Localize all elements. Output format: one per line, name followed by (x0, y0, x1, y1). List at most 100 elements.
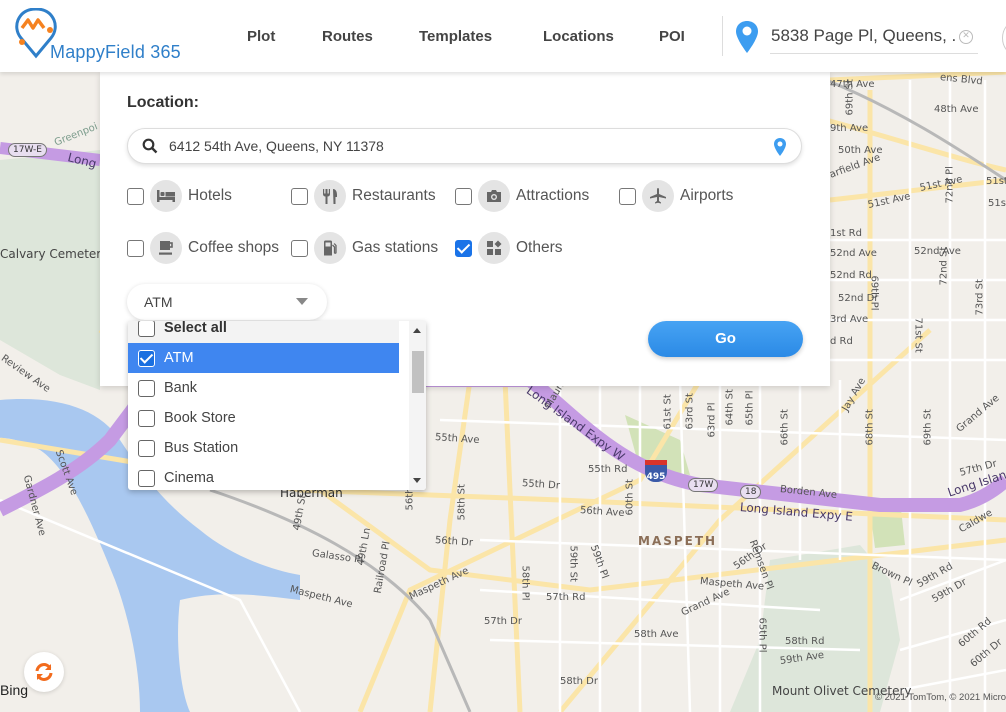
bing-logo: Bing (0, 682, 29, 698)
nav-locations[interactable]: Locations (543, 28, 614, 45)
map-label: 51st (988, 198, 1006, 209)
map-label-maspeth: MASPETH (638, 534, 718, 548)
map-label: 63rd Pl (706, 402, 718, 438)
coffee-icon (150, 232, 182, 264)
map-label: 73rd St (974, 279, 986, 316)
dropdown-item-atm[interactable]: ATM (128, 343, 399, 373)
nav-plot[interactable]: Plot (247, 28, 275, 45)
map-label: 9th Ave (830, 123, 869, 134)
app-logo[interactable]: MappyField 365 (12, 8, 202, 64)
category-others[interactable]: Others (455, 231, 563, 265)
airports-checkbox[interactable] (619, 187, 636, 205)
cinema-checkbox[interactable] (138, 469, 155, 487)
map-label: 58th Rd (785, 636, 825, 647)
poi-type-select-value: ATM (144, 294, 173, 310)
route-shield: 17W (688, 478, 719, 492)
map-pin-icon[interactable] (773, 137, 787, 157)
location-input-value[interactable]: 6412 54th Ave, Queens, NY 11378 (169, 138, 384, 154)
map-label: 69th Pl (868, 275, 880, 311)
coffee-shops-checkbox[interactable] (127, 239, 144, 257)
grid-shapes-icon (478, 232, 510, 264)
scroll-down-arrow-icon[interactable] (413, 478, 421, 483)
map-label: 58th Ave (634, 629, 679, 640)
route-shield: 17W-E (8, 143, 47, 157)
refresh-icon (35, 663, 53, 681)
hotels-checkbox[interactable] (127, 187, 144, 205)
map-label: 63rd St (684, 393, 696, 430)
gas-stations-checkbox[interactable] (291, 239, 308, 257)
map-label: 48th Ave (934, 104, 979, 115)
map-label: 58th Dr (560, 676, 598, 687)
header-address-search[interactable]: 5838 Page Pl, Queens, ... ✕ (770, 22, 978, 54)
dropdown-item-bank[interactable]: Bank (128, 373, 399, 403)
map-label: 71st St (912, 317, 924, 353)
map-label: 55th Rd (588, 464, 628, 475)
chevron-down-icon (296, 298, 308, 305)
nav-templates[interactable]: Templates (419, 28, 492, 45)
bus-station-checkbox[interactable] (138, 439, 155, 457)
location-input[interactable]: 6412 54th Ave, Queens, NY 11378 (127, 128, 802, 164)
camera-icon (478, 180, 510, 212)
scroll-up-arrow-icon[interactable] (413, 328, 421, 333)
map-label: 51st (986, 176, 1006, 187)
airports-label: Airports (680, 187, 734, 204)
category-coffee-shops[interactable]: Coffee shops (127, 231, 279, 265)
scrollbar-thumb[interactable] (412, 351, 424, 393)
nav-routes[interactable]: Routes (322, 28, 373, 45)
map-label: 66th St (779, 409, 791, 446)
interstate-shield: 495 (645, 460, 667, 482)
refresh-map-button[interactable] (24, 652, 64, 692)
bed-icon (150, 180, 182, 212)
dropdown-item-label: Bank (164, 380, 198, 396)
map-label: 52nd Ave (914, 246, 961, 257)
clear-icon[interactable]: ✕ (959, 30, 973, 44)
map-label: 59th St (567, 545, 579, 582)
atm-checkbox[interactable] (138, 349, 155, 367)
map-copyright: © 2021 TomTom, © 2021 Micros (875, 692, 1006, 703)
map-label: 52nd Rd (830, 270, 872, 281)
map-label: 68th St (864, 409, 876, 446)
app-root: Calvary Cemetery Greenpoi Long 17W-E Rev… (0, 0, 1006, 712)
dropdown-item-bus-station[interactable]: Bus Station (128, 433, 399, 463)
gas-stations-label: Gas stations (352, 239, 439, 256)
select-all-checkbox[interactable] (138, 321, 155, 337)
poi-type-dropdown-list[interactable]: Select all ATM Bank Book Store Bus Stati… (128, 321, 426, 490)
header-address-value[interactable]: 5838 Page Pl, Queens, ... (771, 26, 955, 46)
attractions-label: Attractions (516, 187, 590, 204)
map-label: 60th St (624, 479, 636, 516)
poi-type-select[interactable]: ATM (127, 284, 327, 320)
bank-checkbox[interactable] (138, 379, 155, 397)
category-airports[interactable]: Airports (619, 179, 733, 213)
book-store-checkbox[interactable] (138, 409, 155, 427)
category-attractions[interactable]: Attractions (455, 179, 589, 213)
map-label: 72nd Pl (944, 166, 956, 204)
dropdown-item-label: ATM (164, 350, 194, 366)
user-avatar-button[interactable] (1002, 18, 1006, 58)
map-label: 57th Dr (484, 616, 522, 627)
category-restaurants[interactable]: Restaurants (291, 179, 436, 213)
dropdown-scrollbar[interactable] (409, 321, 426, 490)
nav-poi[interactable]: POI (659, 28, 685, 45)
dropdown-select-all[interactable]: Select all (128, 321, 399, 343)
attractions-checkbox[interactable] (455, 187, 472, 205)
map-label: 65th Pl (756, 617, 768, 653)
go-button[interactable]: Go (648, 321, 803, 357)
map-label: 64th St (724, 389, 736, 426)
others-checkbox[interactable] (455, 239, 472, 257)
map-label: 69th St (844, 79, 856, 116)
dropdown-item-cinema[interactable]: Cinema (128, 463, 399, 490)
search-icon (142, 138, 158, 154)
airplane-icon (642, 180, 674, 212)
hotels-label: Hotels (188, 187, 232, 204)
category-hotels[interactable]: Hotels (127, 179, 232, 213)
dropdown-item-label: Book Store (164, 410, 236, 426)
route-shield: 18 (740, 485, 762, 499)
map-label: 1st Rd (830, 228, 862, 239)
restaurants-label: Restaurants (352, 187, 436, 204)
category-gas-stations[interactable]: Gas stations (291, 231, 438, 265)
dropdown-item-book-store[interactable]: Book Store (128, 403, 399, 433)
map-label: d Rd (830, 336, 853, 347)
others-label: Others (516, 239, 563, 256)
utensils-icon (314, 180, 346, 212)
restaurants-checkbox[interactable] (291, 187, 308, 205)
